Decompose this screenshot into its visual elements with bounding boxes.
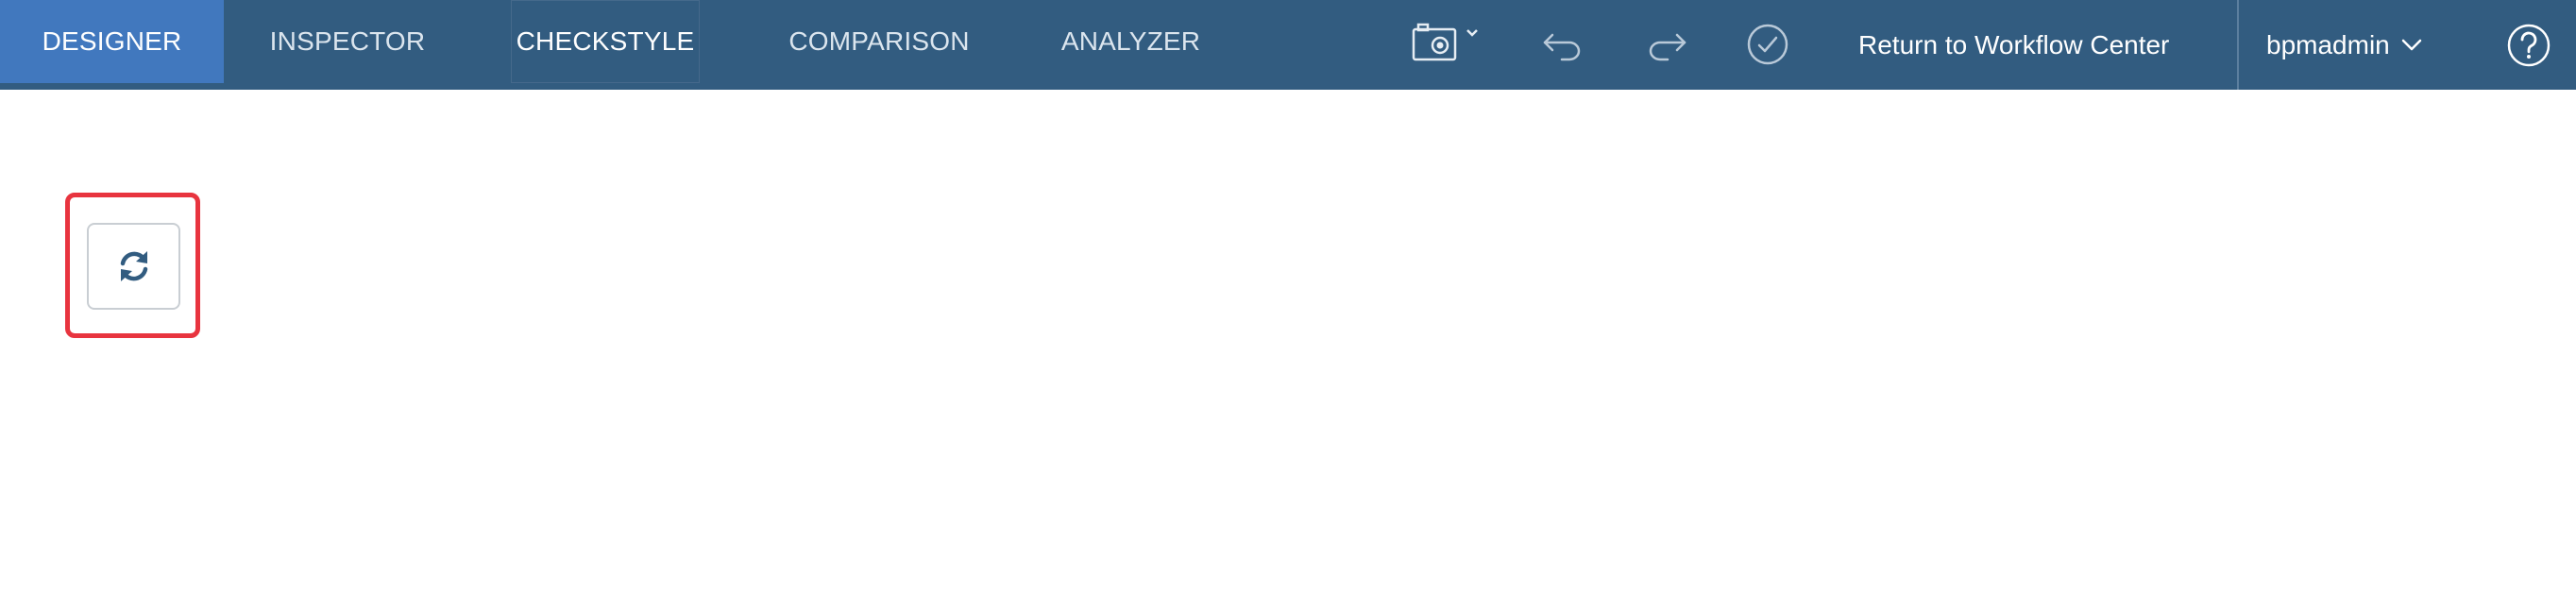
refresh-icon: [120, 251, 147, 281]
user-menu[interactable]: bpmadmin: [2266, 0, 2422, 90]
top-navigation-bar: DESIGNER INSPECTOR CHECKSTYLE COMPARISON…: [0, 0, 2576, 90]
username: bpmadmin: [2266, 29, 2390, 59]
redo-arrow-icon: [1649, 33, 1686, 61]
toolbar-divider: [2237, 0, 2239, 90]
chevron-down-icon: [1466, 29, 1478, 37]
return-to-workflow-center-link[interactable]: Return to Workflow Center: [1858, 0, 2169, 90]
redo-button[interactable]: [1639, 13, 1692, 76]
refresh-button[interactable]: [87, 223, 180, 310]
check-circle-icon: [1747, 24, 1788, 65]
undo-arrow-icon: [1543, 33, 1581, 61]
tab-inspector[interactable]: INSPECTOR: [224, 0, 471, 83]
tab-designer[interactable]: DESIGNER: [0, 0, 224, 83]
help-button[interactable]: [2506, 23, 2551, 68]
snapshot-button[interactable]: [1411, 13, 1486, 76]
question-circle-icon: [2507, 24, 2551, 67]
tab-checkstyle[interactable]: CHECKSTYLE: [511, 0, 700, 83]
chevron-down-icon: [2401, 39, 2421, 50]
validate-button[interactable]: [1741, 13, 1794, 76]
tab-analyzer[interactable]: ANALYZER: [1039, 0, 1223, 83]
tab-comparison[interactable]: COMPARISON: [761, 0, 997, 83]
camera-icon: [1412, 23, 1478, 61]
undo-button[interactable]: [1537, 13, 1590, 76]
